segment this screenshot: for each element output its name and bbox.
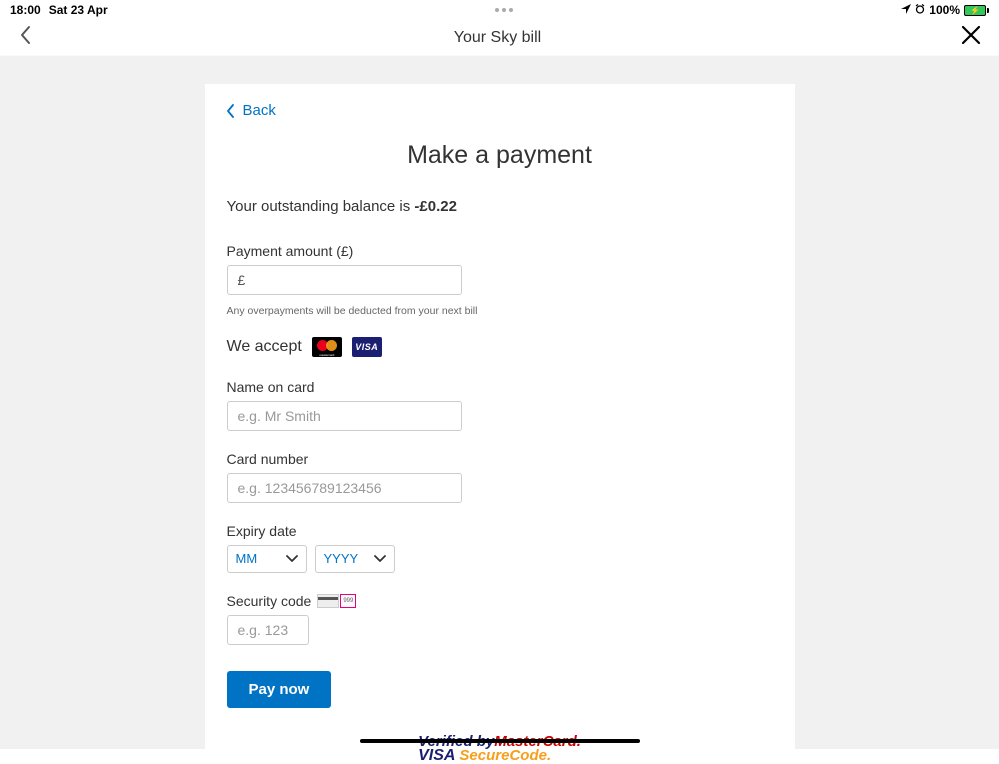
back-link-label: Back [243, 102, 276, 119]
page-background: Back Make a payment Your outstanding bal… [0, 56, 999, 749]
name-input-wrap[interactable] [227, 401, 462, 431]
security-code-label: Security code 999 [227, 593, 773, 609]
security-code-text: Security code [227, 593, 312, 609]
battery-percent: 100% [929, 3, 960, 17]
chevron-down-icon [374, 555, 386, 563]
status-date: Sat 23 Apr [49, 3, 108, 17]
security-code-input-wrap[interactable] [227, 615, 309, 645]
name-label: Name on card [227, 379, 773, 395]
nav-bar: Your Sky bill [0, 20, 999, 56]
close-icon[interactable] [961, 25, 981, 50]
status-bar: 18:00 Sat 23 Apr 100% ⚡ [0, 0, 999, 20]
name-input[interactable] [238, 408, 451, 424]
chevron-down-icon [286, 555, 298, 563]
amount-input[interactable]: £ [227, 265, 462, 295]
expiry-year-select[interactable]: YYYY [315, 545, 395, 573]
card-number-label: Card number [227, 451, 773, 467]
card-number-input-wrap[interactable] [227, 473, 462, 503]
back-link[interactable]: Back [227, 102, 276, 119]
expiry-label: Expiry date [227, 523, 773, 539]
expiry-month-value: MM [236, 551, 258, 566]
pay-now-button[interactable]: Pay now [227, 671, 332, 708]
balance-line: Your outstanding balance is -£0.22 [227, 198, 773, 215]
currency-prefix: £ [238, 272, 246, 288]
alarm-icon [915, 3, 925, 17]
cvv-hint-icon: 999 [317, 594, 356, 608]
location-icon [901, 3, 911, 17]
nav-back-icon[interactable] [18, 25, 34, 50]
status-time: 18:00 [10, 3, 41, 17]
balance-amount: -£0.22 [414, 198, 457, 215]
payment-card: Back Make a payment Your outstanding bal… [205, 84, 795, 749]
visa-logo-text: VISA [418, 748, 455, 764]
multitask-dots [108, 8, 902, 12]
battery-icon: ⚡ [964, 5, 989, 16]
balance-prefix: Your outstanding balance is [227, 198, 415, 215]
accept-row: We accept mastercard VISA [227, 337, 773, 357]
mastercard-icon: mastercard [312, 337, 342, 357]
accept-label: We accept [227, 338, 302, 356]
visa-icon: VISA [352, 337, 382, 357]
form-heading: Make a payment [227, 141, 773, 170]
security-code-input[interactable] [238, 622, 298, 638]
page-title: Your Sky bill [454, 29, 541, 47]
home-indicator[interactable] [360, 739, 640, 743]
amount-label: Payment amount (£) [227, 243, 773, 259]
securecode-text: SecureCode. [459, 748, 551, 763]
card-number-input[interactable] [238, 480, 451, 496]
expiry-month-select[interactable]: MM [227, 545, 307, 573]
expiry-year-value: YYYY [324, 551, 359, 566]
overpayment-hint: Any overpayments will be deducted from y… [227, 305, 773, 317]
amount-field[interactable] [245, 272, 450, 288]
